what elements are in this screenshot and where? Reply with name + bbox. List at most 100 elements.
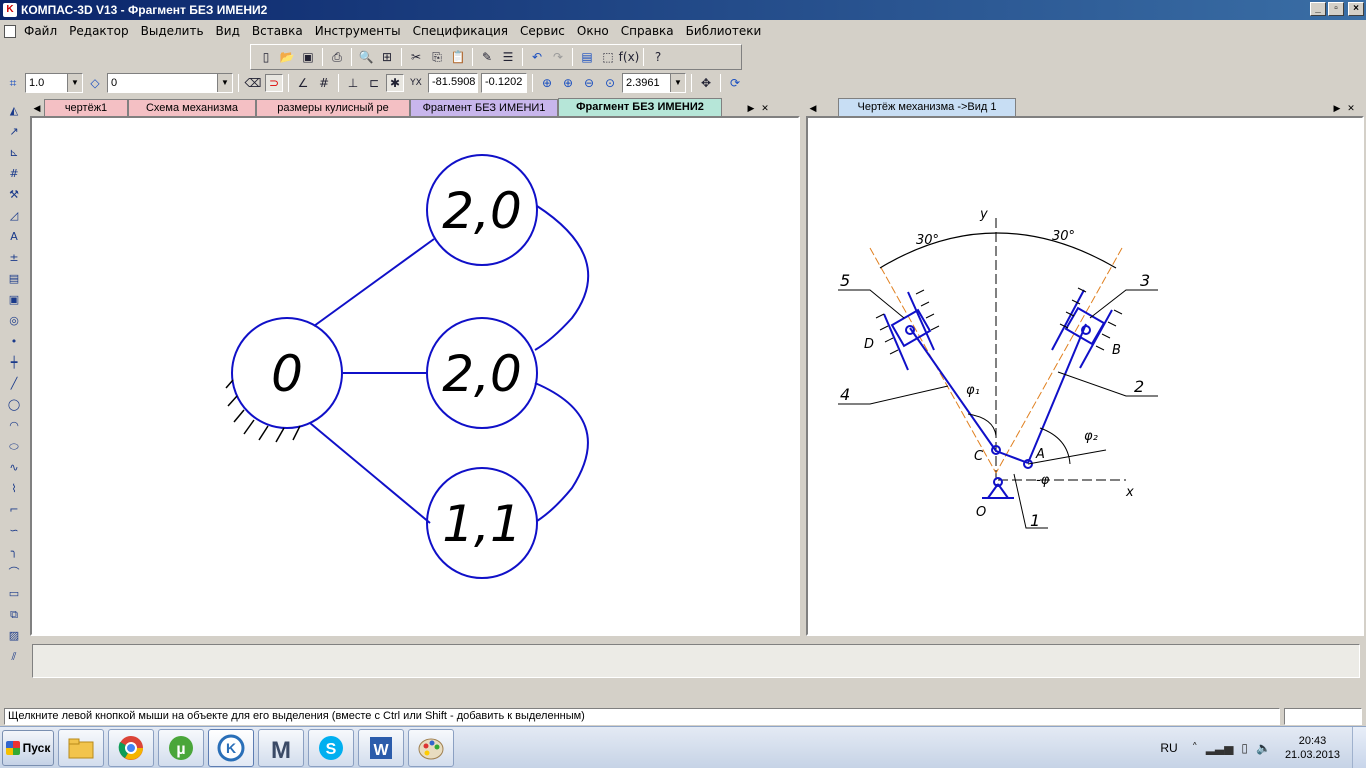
chevron-down-icon[interactable]: ▼ [670, 74, 685, 92]
tab-mechanism-scheme[interactable]: Схема механизма [128, 99, 256, 116]
menu-window[interactable]: Окно [571, 24, 615, 38]
tab-scroll-left-icon[interactable]: ◀ [30, 100, 44, 116]
restore-button[interactable]: ▫ [1328, 2, 1344, 16]
properties-icon[interactable]: ✎ [478, 48, 496, 66]
circle-icon[interactable]: ◯ [5, 396, 23, 414]
menu-specification[interactable]: Спецификация [407, 24, 514, 38]
menu-libraries[interactable]: Библиотеки [680, 24, 768, 38]
point-icon[interactable]: • [5, 333, 23, 351]
menu-select[interactable]: Выделить [135, 24, 210, 38]
spec-panel-icon[interactable]: ▤ [5, 270, 23, 288]
right-drawing-canvas[interactable]: y x 30° 30° 5 3 4 2 1 D B C A O φ₁ φ₂ -φ [806, 116, 1364, 636]
tab-close-icon[interactable]: ✕ [1344, 100, 1358, 116]
language-indicator[interactable]: RU [1160, 741, 1177, 755]
taskbar-app-chrome[interactable] [108, 728, 154, 767]
tab-scroll-right-icon[interactable]: ▶ [744, 100, 758, 116]
undo-icon[interactable]: ↶ [528, 48, 546, 66]
fillet-icon[interactable]: ╮ [5, 543, 23, 561]
volume-icon[interactable]: 🔈 [1256, 741, 1271, 755]
tab-drawing1[interactable]: чертёж1 [44, 99, 128, 116]
chevron-down-icon[interactable]: ▼ [217, 74, 232, 92]
open-folder-icon[interactable]: 📂 [278, 48, 296, 66]
tab-close-icon[interactable]: ✕ [758, 100, 772, 116]
coord-y-field[interactable]: -0.1202 [481, 73, 527, 93]
menu-tools[interactable]: Инструменты [309, 24, 407, 38]
save-icon[interactable]: ▣ [299, 48, 317, 66]
battery-icon[interactable]: ▯ [1241, 741, 1248, 755]
paste-icon[interactable]: 📋 [449, 48, 467, 66]
menu-insert[interactable]: Вставка [246, 24, 309, 38]
collect-contour-icon[interactable]: ⧉ [5, 606, 23, 624]
show-hidden-icons-icon[interactable]: ˄ [1192, 741, 1198, 755]
cut-icon[interactable]: ✂ [407, 48, 425, 66]
segment-icon[interactable]: ╱ [5, 375, 23, 393]
grid-step-icon[interactable]: ⌗ [4, 74, 22, 92]
help-icon[interactable]: ? [649, 48, 667, 66]
redo-icon[interactable]: ↷ [549, 48, 567, 66]
taskbar-app-skype[interactable]: S [308, 728, 354, 767]
zoom-combo[interactable]: 2.3961 ▼ [622, 73, 686, 93]
select-panel-icon[interactable]: ± [5, 249, 23, 267]
equidistant-icon[interactable]: ⫽ [5, 648, 23, 666]
layer-combo[interactable]: 0 ▼ [107, 73, 233, 93]
menu-editor[interactable]: Редактор [63, 24, 134, 38]
menu-help[interactable]: Справка [615, 24, 680, 38]
auxiliary-line-icon[interactable]: ┿ [5, 354, 23, 372]
layers-icon[interactable]: ◇ [86, 74, 104, 92]
tab-fragment2[interactable]: Фрагмент БЕЗ ИМЕНИ2 [558, 98, 722, 116]
function-icon[interactable]: f(x) [619, 48, 640, 66]
tab-mechanism-drawing-view[interactable]: Чертёж механизма ->Вид 1 [838, 98, 1016, 116]
zoom-scale-icon[interactable]: ⊙ [601, 74, 619, 92]
copy-icon[interactable]: ⎘ [428, 48, 446, 66]
coordinates-icon[interactable]: YX [407, 74, 425, 92]
insert-panel-icon[interactable]: ◎ [5, 312, 23, 330]
snap-magnet-icon[interactable]: ⊃ [265, 74, 283, 92]
tab-scroll-right-icon[interactable]: ▶ [1330, 100, 1344, 116]
grid-icon[interactable]: # [315, 74, 333, 92]
network-signal-icon[interactable]: ▂▃▅ [1206, 741, 1234, 755]
zoom-window-icon[interactable]: ⊕ [538, 74, 556, 92]
left-drawing-canvas[interactable]: 2,0 2,0 1,1 0 [30, 116, 800, 636]
local-cs-icon[interactable]: ⊥ [344, 74, 362, 92]
ellipse-icon[interactable]: ⬭ [5, 438, 23, 456]
taskbar-app-explorer[interactable] [58, 728, 104, 767]
text-panel-icon[interactable]: A [5, 228, 23, 246]
polyline-icon[interactable]: ⌇ [5, 480, 23, 498]
model-icon[interactable]: ⬚ [599, 48, 617, 66]
clock[interactable]: 20:43 21.03.2013 [1285, 734, 1340, 762]
spline-icon[interactable]: ∿ [5, 459, 23, 477]
taskbar-app-paint[interactable] [408, 728, 454, 767]
symbols-panel-icon[interactable]: ⊾ [5, 144, 23, 162]
new-document-icon[interactable]: ▯ [257, 48, 275, 66]
preview-icon[interactable]: 🔍 [357, 48, 375, 66]
menu-service[interactable]: Сервис [514, 24, 571, 38]
menu-file[interactable]: Файл [18, 24, 63, 38]
arc-icon[interactable]: ◠ [5, 417, 23, 435]
taskbar-app-utorrent[interactable]: µ [158, 728, 204, 767]
start-button[interactable]: Пуск [2, 729, 54, 766]
rectangle-icon[interactable]: ▭ [5, 585, 23, 603]
menu-view[interactable]: Вид [210, 24, 246, 38]
document-menu-icon[interactable] [4, 24, 16, 38]
geometry-panel-icon[interactable]: ◭ [5, 102, 23, 120]
hatch-icon[interactable]: ▨ [5, 627, 23, 645]
minimize-button[interactable]: _ [1310, 2, 1326, 16]
step-combo[interactable]: 1.0 ▼ [25, 73, 83, 93]
snap-point-icon[interactable]: ✱ [386, 74, 404, 92]
eraser-icon[interactable]: ⌫ [244, 74, 262, 92]
print-icon[interactable]: ⎙ [328, 48, 346, 66]
edit-panel-icon[interactable]: # [5, 165, 23, 183]
pan-icon[interactable]: ✥ [697, 74, 715, 92]
parametrization-panel-icon[interactable]: ⚒ [5, 186, 23, 204]
report-panel-icon[interactable]: ▣ [5, 291, 23, 309]
bezier-icon[interactable]: ∽ [5, 522, 23, 540]
taskbar-app-mathcad[interactable]: M [258, 728, 304, 767]
taskbar-app-word[interactable]: W [358, 728, 404, 767]
zoom-out-icon[interactable]: ⊖ [580, 74, 598, 92]
chevron-down-icon[interactable]: ▼ [67, 74, 82, 92]
taskbar-app-kompas[interactable]: K [208, 728, 254, 767]
ortho-mode-icon[interactable]: ⊏ [365, 74, 383, 92]
contour-icon[interactable]: ⌒ [5, 564, 23, 582]
tab-dimensions[interactable]: размеры кулисный ре [256, 99, 410, 116]
tab-fragment1[interactable]: Фрагмент БЕЗ ИМЕНИ1 [410, 99, 558, 116]
